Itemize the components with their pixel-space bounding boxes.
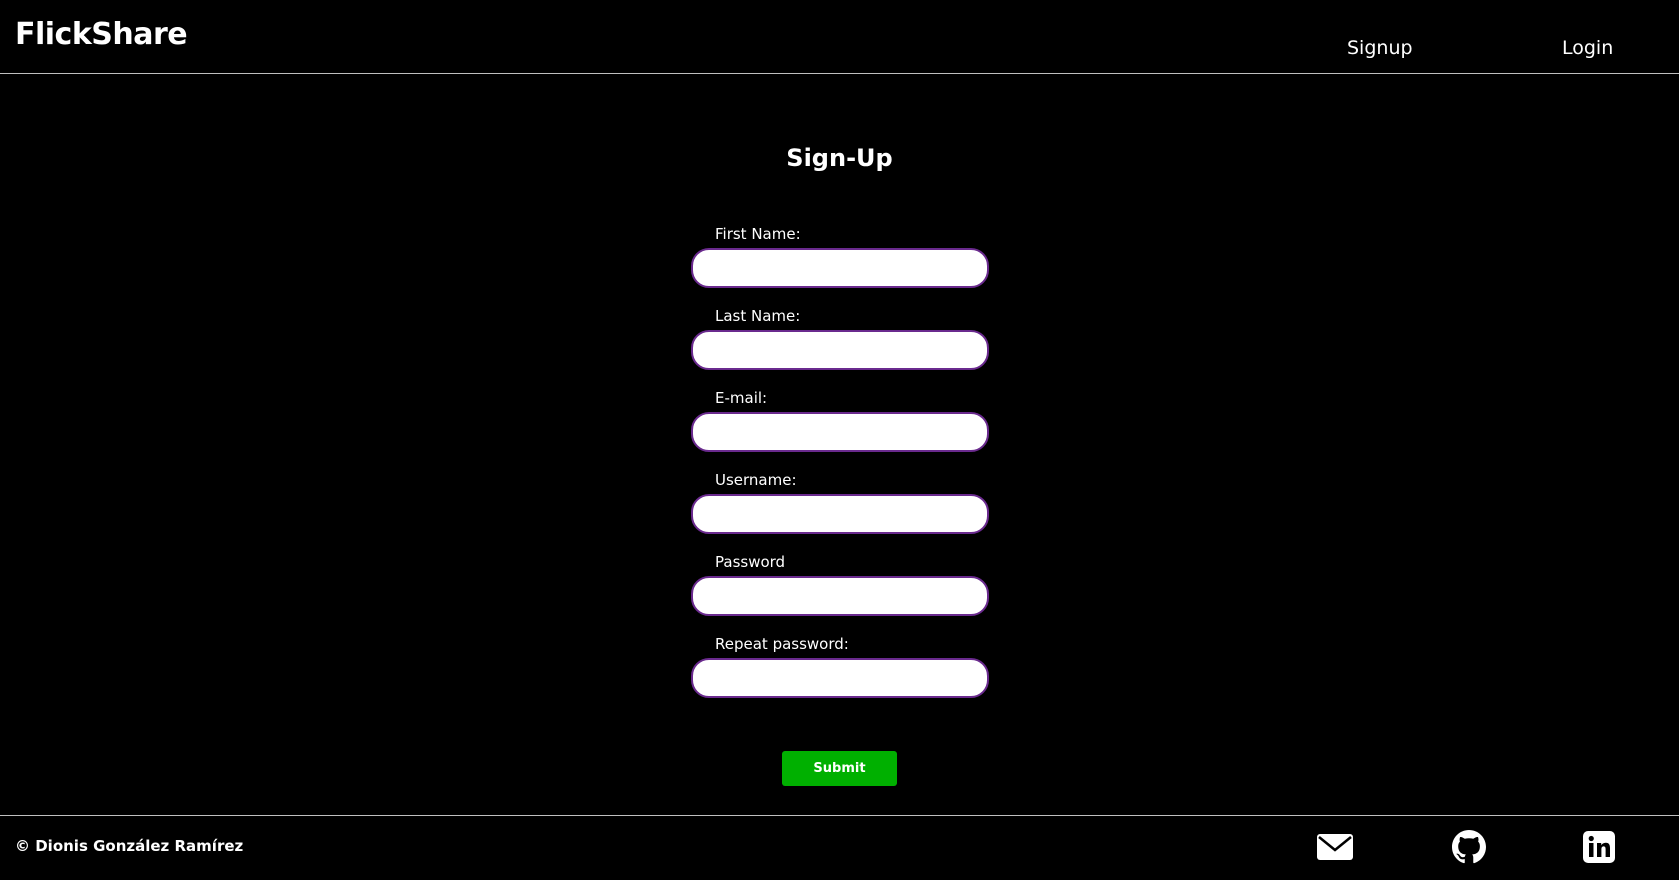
nav-login-link[interactable]: Login: [1562, 39, 1613, 58]
copyright-text: © Dionis González Ramírez: [15, 837, 244, 855]
username-field[interactable]: [691, 494, 989, 534]
mail-icon[interactable]: [1316, 830, 1354, 864]
first-name-label: First Name:: [715, 225, 801, 243]
submit-button[interactable]: Submit: [782, 751, 897, 786]
username-label: Username:: [715, 471, 797, 489]
linkedin-icon[interactable]: [1582, 830, 1620, 864]
email-field[interactable]: [691, 412, 989, 452]
last-name-label: Last Name:: [715, 307, 801, 325]
site-header: FlickShare Signup Login: [0, 0, 1679, 74]
password-label: Password: [715, 553, 786, 571]
repeat-password-label: Repeat password:: [715, 635, 849, 653]
nav-signup-link[interactable]: Signup: [1347, 39, 1413, 58]
site-footer: © Dionis González Ramírez: [0, 815, 1679, 880]
form-title: Sign-Up: [786, 144, 893, 172]
repeat-password-field[interactable]: [691, 658, 989, 698]
email-label: E-mail:: [715, 389, 768, 407]
password-field[interactable]: [691, 576, 989, 616]
first-name-field[interactable]: [691, 248, 989, 288]
github-icon[interactable]: [1452, 830, 1490, 864]
brand-logo[interactable]: FlickShare: [15, 20, 188, 50]
last-name-field[interactable]: [691, 330, 989, 370]
